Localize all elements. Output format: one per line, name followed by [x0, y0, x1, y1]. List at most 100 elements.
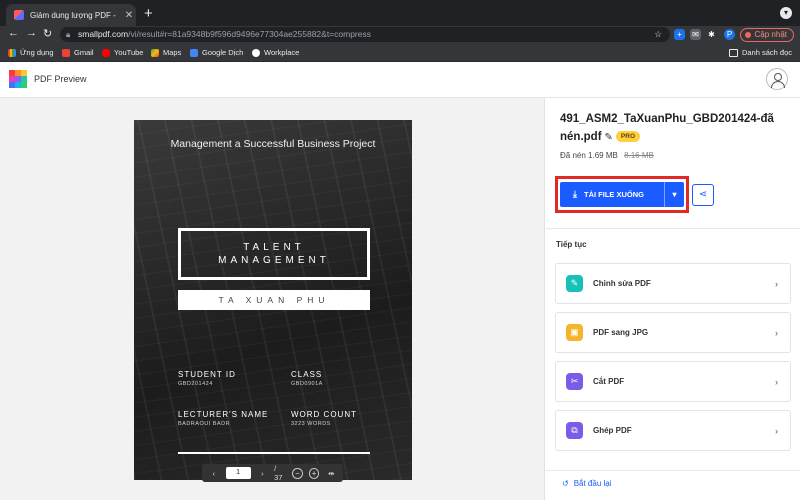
- youtube-icon: [102, 48, 110, 57]
- maps-icon: [151, 48, 159, 57]
- page-total: / 37: [274, 464, 283, 482]
- download-button[interactable]: ⤓ TẢI FILE XUỐNG ▾: [560, 182, 684, 207]
- file-size-info: Đã nén 1.69 MB 8.16 MB: [560, 151, 654, 160]
- tab-search-icon[interactable]: ▾: [780, 7, 792, 19]
- scissors-icon: ✂: [566, 373, 583, 390]
- zoom-out-icon[interactable]: −: [292, 467, 303, 479]
- class-field: CLASS GBD0901A: [291, 370, 323, 387]
- gmail-icon: [62, 48, 70, 57]
- result-panel: 491_ASM2_TaXuanPhu_GBD201424-đã nén.pdf ✎…: [546, 98, 800, 500]
- start-over-label: Bắt đầu lại: [573, 479, 612, 488]
- back-icon[interactable]: ←: [8, 27, 19, 39]
- extension-icon[interactable]: +: [674, 29, 685, 40]
- word-count-field: WORD COUNT 3223 WORDS: [291, 410, 357, 427]
- bookmark-gmail[interactable]: Gmail: [62, 48, 94, 57]
- chevron-right-icon: ›: [775, 425, 778, 436]
- zoom-in-icon[interactable]: +: [308, 467, 320, 479]
- compressed-label: Đã nén: [560, 151, 586, 160]
- document-heading: Management a Successful Business Project: [170, 138, 376, 150]
- reading-list-label: Danh sách đọc: [741, 48, 792, 57]
- divider: [546, 228, 800, 229]
- field-value: GBD201424: [178, 381, 213, 387]
- bookmark-label: Maps: [163, 48, 182, 57]
- start-over-link[interactable]: ↺ Bắt đầu lại: [562, 479, 612, 488]
- browser-tab[interactable]: Giảm dung lượng PDF - Giảm F ✕: [6, 4, 136, 26]
- bookmark-youtube[interactable]: YouTube: [102, 48, 143, 57]
- share-icon: ⋖: [698, 189, 708, 200]
- document-title-line1: TALENT: [243, 242, 305, 253]
- lecturer-field: LECTURER'S NAME BADRAOUI BADR: [178, 410, 268, 427]
- file-name: 491_ASM2_TaXuanPhu_GBD201424-đã nén.pdf: [560, 113, 774, 143]
- reading-list[interactable]: Danh sách đọc: [728, 48, 792, 57]
- app-header: PDF Preview: [0, 62, 800, 98]
- old-file-size: 8.16 MB: [624, 151, 654, 160]
- mail-extension-icon[interactable]: ✉: [690, 29, 701, 40]
- tool-label: PDF sang JPG: [593, 328, 649, 337]
- pdf-preview-pane: Management a Successful Business Project…: [0, 98, 545, 500]
- chrome-update-button[interactable]: Cập nhật: [739, 28, 794, 42]
- share-button[interactable]: ⋖: [692, 184, 714, 206]
- tool-merge-pdf[interactable]: ⧉ Ghép PDF ›: [555, 410, 791, 451]
- field-label: STUDENT ID: [178, 370, 236, 379]
- tool-label: Chỉnh sửa PDF: [593, 279, 651, 288]
- chevron-right-icon: ›: [775, 327, 778, 338]
- next-page-icon[interactable]: ›: [257, 469, 269, 478]
- continue-heading: Tiếp tục: [556, 240, 587, 249]
- download-icon: ⤓: [573, 189, 577, 199]
- smallpdf-favicon-icon: [14, 10, 24, 20]
- rename-pencil-icon[interactable]: ✎: [605, 132, 613, 143]
- reading-list-icon: [728, 48, 738, 57]
- field-value: GBD0901A: [291, 381, 323, 387]
- field-value: 3223 WORDS: [291, 421, 331, 427]
- tool-edit-pdf[interactable]: ✎ Chỉnh sửa PDF ›: [555, 263, 791, 304]
- new-file-size: 1.69 MB: [588, 151, 618, 160]
- fit-width-icon[interactable]: ⇹: [325, 469, 337, 478]
- download-options-chevron-icon[interactable]: ▾: [664, 182, 684, 207]
- merge-icon: ⧉: [566, 422, 583, 439]
- chevron-right-icon: ›: [775, 278, 778, 289]
- new-tab-icon[interactable]: +: [144, 5, 153, 22]
- smallpdf-logo-icon[interactable]: [9, 70, 27, 88]
- student-id-field: STUDENT ID GBD201424: [178, 370, 236, 387]
- pdf-to-jpg-icon: ▣: [566, 324, 583, 341]
- user-account-icon[interactable]: [766, 68, 788, 90]
- puzzle-extensions-icon[interactable]: ✱: [706, 29, 717, 40]
- profile-avatar[interactable]: P: [724, 29, 735, 40]
- field-value: BADRAOUI BADR: [178, 421, 231, 427]
- edit-pdf-icon: ✎: [566, 275, 583, 292]
- lock-icon: 🔒︎: [66, 30, 71, 39]
- bookmark-workplace[interactable]: Workplace: [252, 48, 299, 57]
- download-label: TẢI FILE XUỐNG: [584, 190, 644, 199]
- document-title-line2: MANAGEMENT: [218, 255, 330, 266]
- translate-icon: [190, 48, 198, 57]
- bookmark-apps[interactable]: Ứng dụng: [8, 48, 54, 57]
- page-navigator: ‹ 1 › / 37 − + ⇹: [202, 464, 343, 482]
- workplace-icon: [252, 48, 260, 57]
- chevron-right-icon: ›: [775, 376, 778, 387]
- reload-icon[interactable]: ↻: [43, 27, 52, 40]
- url-host: smallpdf.com: [78, 29, 129, 39]
- page-number-input[interactable]: 1: [225, 467, 251, 479]
- bookmark-google-translate[interactable]: Google Dịch: [190, 48, 243, 57]
- close-tab-icon[interactable]: ✕: [122, 10, 136, 21]
- divider: [546, 470, 800, 471]
- tool-pdf-to-jpg[interactable]: ▣ PDF sang JPG ›: [555, 312, 791, 353]
- field-label: LECTURER'S NAME: [178, 410, 269, 419]
- app-title: PDF Preview: [34, 74, 87, 84]
- bookmark-label: Workplace: [264, 48, 300, 57]
- tool-split-pdf[interactable]: ✂ Cắt PDF ›: [555, 361, 791, 402]
- forward-icon[interactable]: →: [26, 27, 37, 39]
- field-label: WORD COUNT: [291, 410, 357, 419]
- apps-grid-icon: [8, 48, 16, 57]
- document-title-box: TALENT MANAGEMENT: [178, 228, 370, 280]
- address-bar[interactable]: 🔒︎ smallpdf.com/vi/result#r=81a9348b9f59…: [60, 27, 670, 42]
- student-name: TA XUAN PHU: [178, 290, 370, 310]
- bookmark-label: Gmail: [74, 48, 94, 57]
- url-path: /vi/result#r=81a9348b9f596d9496e77304ae2…: [128, 29, 371, 39]
- file-name-heading: 491_ASM2_TaXuanPhu_GBD201424-đã nén.pdf ✎…: [560, 110, 775, 147]
- bookmark-maps[interactable]: Maps: [151, 48, 181, 57]
- bookmark-star-icon[interactable]: ☆: [654, 27, 662, 42]
- previous-page-icon[interactable]: ‹: [208, 469, 220, 478]
- browser-toolbar: ← → ↻ 🔒︎ smallpdf.com/vi/result#r=81a934…: [0, 26, 800, 44]
- pdf-page: Management a Successful Business Project…: [134, 120, 412, 480]
